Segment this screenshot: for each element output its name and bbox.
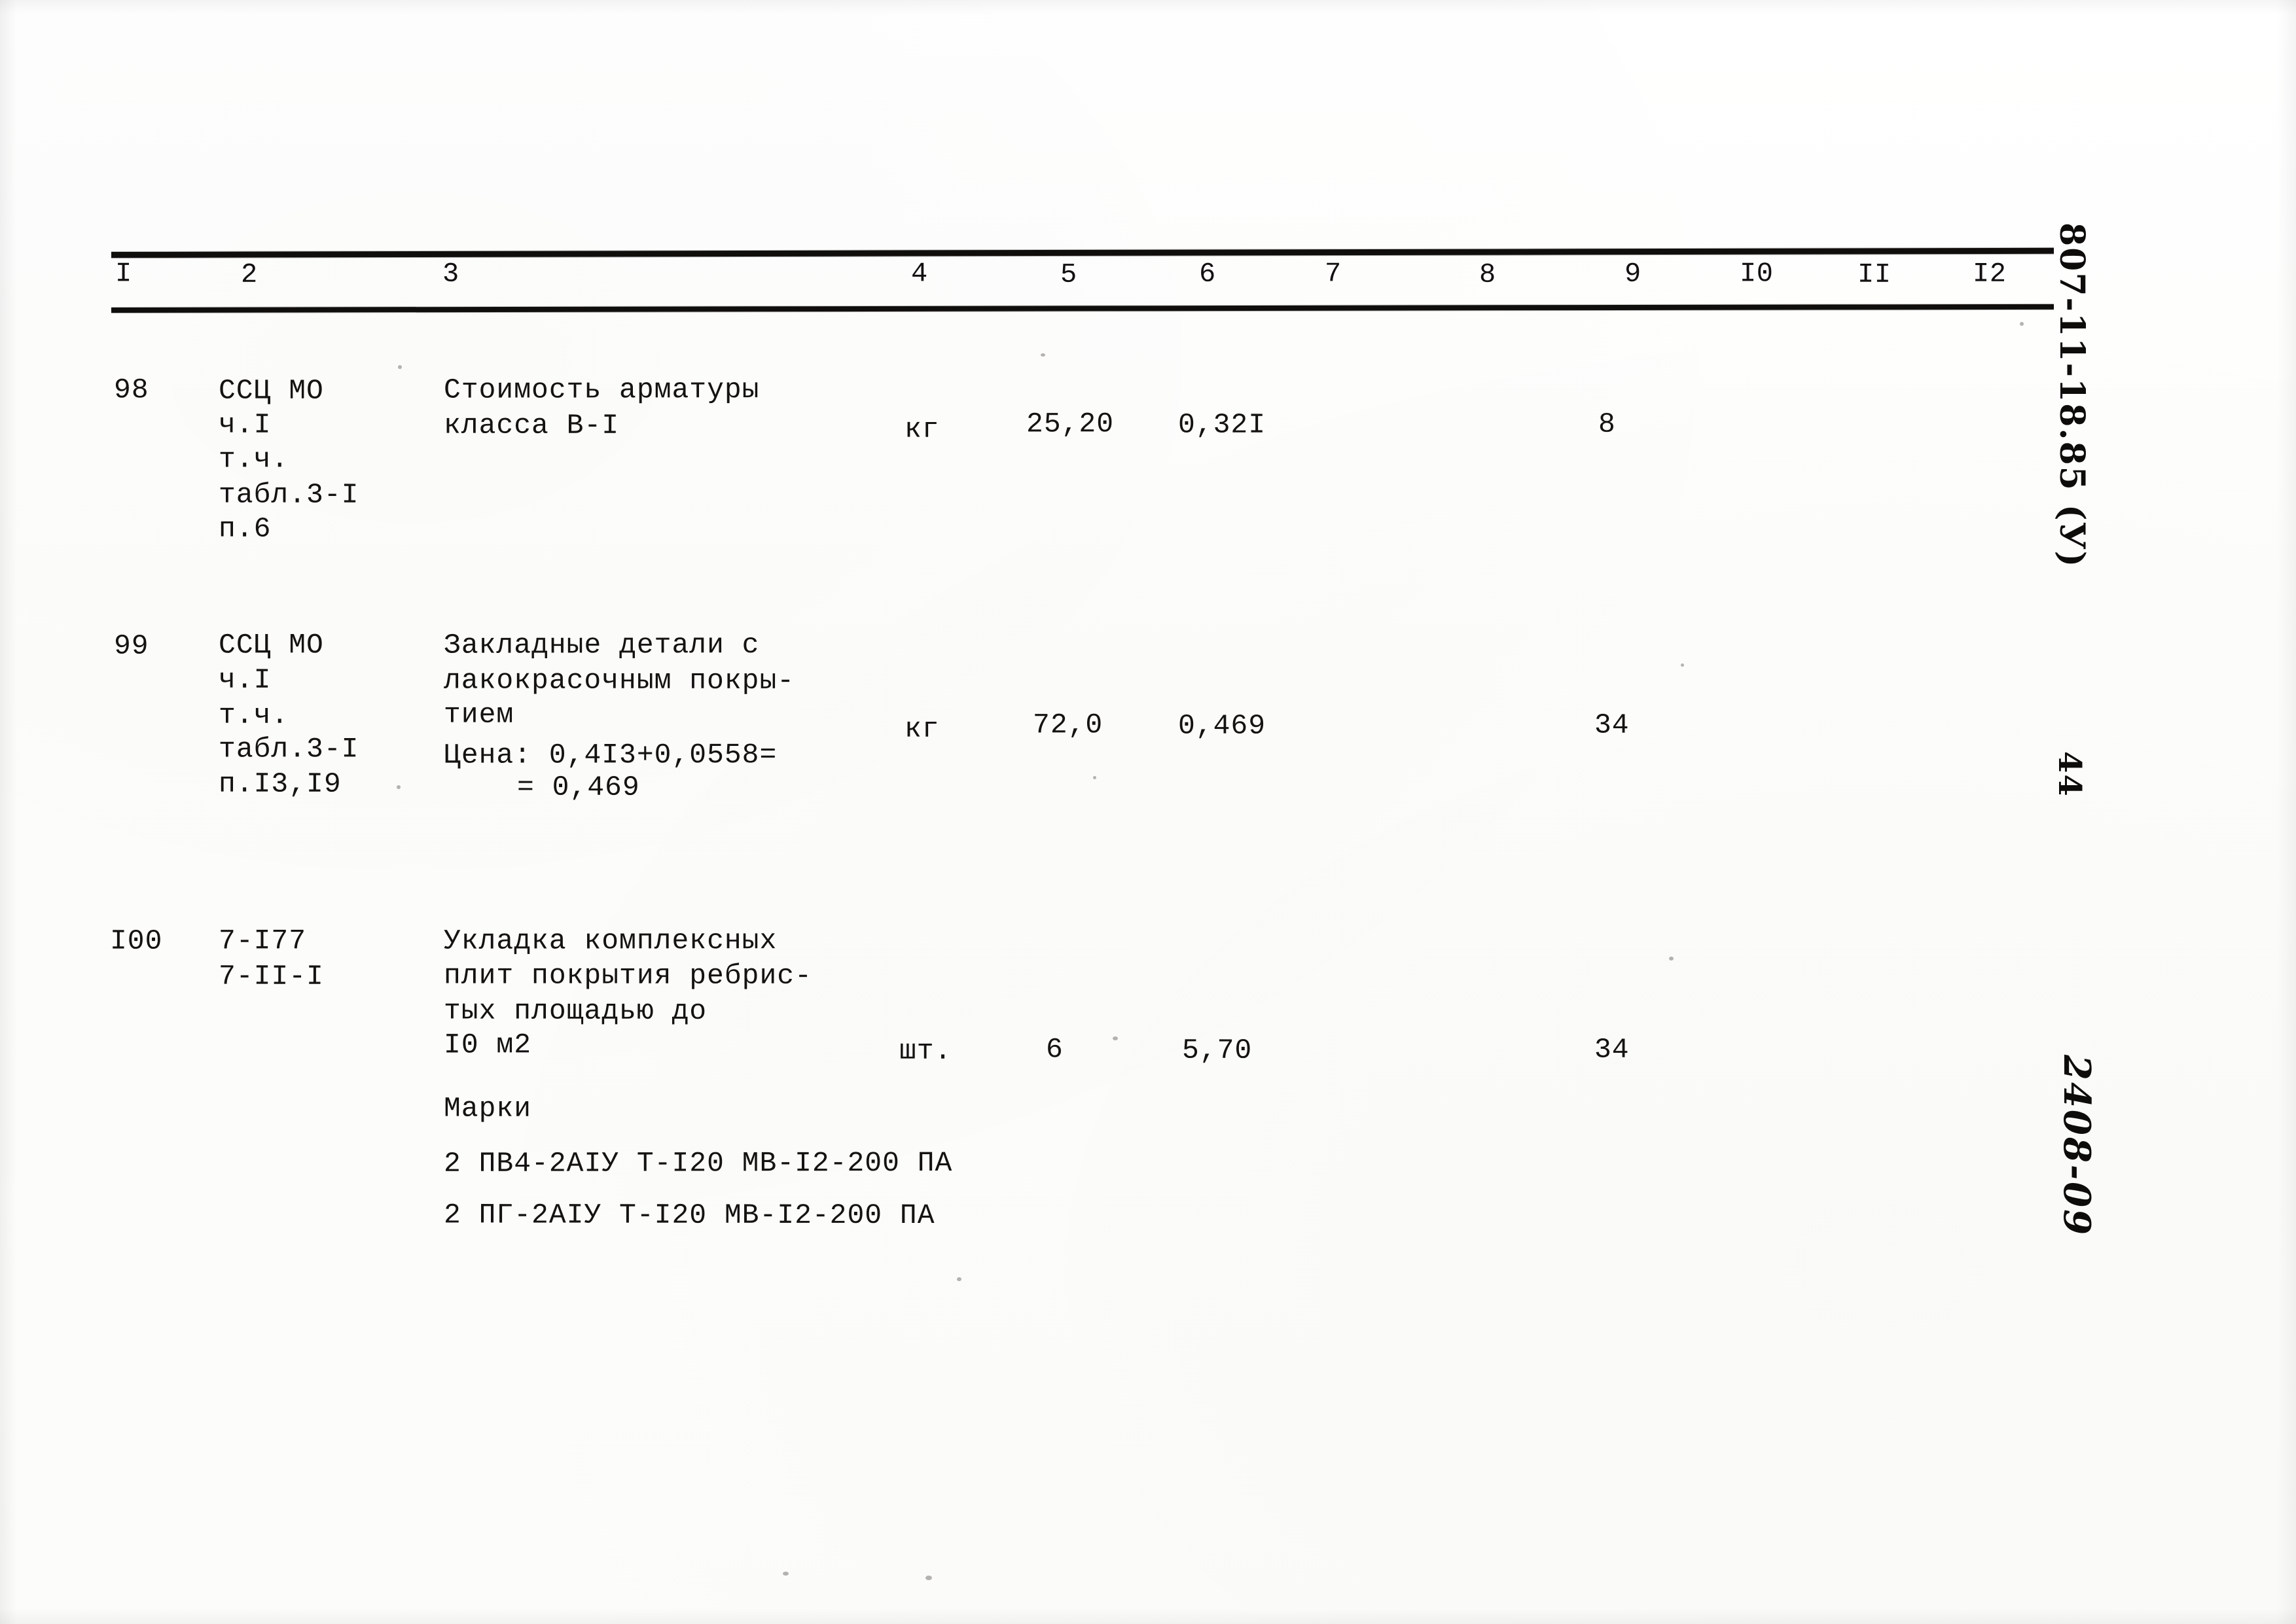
- page-edge-shadow-right: [2276, 0, 2296, 1624]
- total-value: 34: [1594, 1033, 1630, 1066]
- unit-price-value: 5,70: [1181, 1034, 1253, 1067]
- scan-speck: [397, 785, 401, 789]
- quantity-value: 6: [1045, 1033, 1064, 1066]
- table-header-rule-top: [111, 247, 2054, 258]
- column-header-11: II: [1857, 258, 1892, 291]
- document-code-annotation: 807-11-18.85 (У): [2052, 222, 2092, 569]
- work-description-line: лакокрасочным покры-: [443, 664, 795, 697]
- justification-line: п.I3,I9: [218, 768, 342, 800]
- justification-line: ч.I: [218, 663, 272, 696]
- justification-line: ССЦ МО: [218, 629, 324, 662]
- justification-line: табл.3-I: [218, 478, 359, 511]
- work-description-line: Закладные детали с: [443, 629, 760, 662]
- column-header-1: I: [115, 258, 132, 290]
- work-description-line: плит покрытия ребрис-: [443, 959, 812, 992]
- price-calculation-line: Цена: 0,4I3+0,0558=: [443, 739, 778, 771]
- justification-line: 7-II-I: [218, 960, 324, 993]
- mark-line: 2 ПВ4-2АIУ Т-I20 МВ-I2-200 ПА: [443, 1146, 953, 1180]
- column-header-6: 6: [1198, 258, 1216, 290]
- row-number: 98: [113, 374, 149, 406]
- page-edge-shadow-left: [0, 0, 17, 1624]
- total-value: 8: [1598, 408, 1616, 440]
- scanned-document-page: I 2 3 4 5 6 7 8 9 I0 II I2 98 ССЦ МО ч.I…: [0, 0, 2296, 1624]
- scan-speck: [783, 1572, 789, 1576]
- quantity-value: 72,0: [1032, 709, 1103, 741]
- unit-of-measure: кг: [904, 413, 940, 446]
- scan-speck: [1113, 1036, 1118, 1040]
- column-header-3: 3: [442, 258, 459, 290]
- mark-line: 2 ПГ-2АIУ Т-I20 МВ-I2-200 ПА: [443, 1199, 935, 1232]
- work-description-line: Укладка комплексных: [443, 925, 778, 957]
- unit-price-value: 0,469: [1177, 709, 1266, 742]
- scan-speck: [2020, 322, 2024, 326]
- work-description-line: тых площадью до: [443, 995, 708, 1027]
- scan-speck: [1681, 663, 1684, 667]
- unit-of-measure: шт.: [899, 1034, 952, 1067]
- scan-speck: [398, 365, 402, 369]
- work-description-line: Стоимость арматуры: [443, 374, 760, 406]
- justification-line: т.ч.: [218, 443, 289, 476]
- justification-line: табл.3-I: [218, 733, 359, 766]
- row-number: 99: [113, 629, 149, 662]
- unit-of-measure: кг: [904, 713, 940, 745]
- justification-line: ч.I: [218, 408, 272, 441]
- work-description-line: I0 м2: [443, 1029, 532, 1061]
- page-edge-shadow-bottom: [0, 1608, 2296, 1624]
- paper-texture: [0, 0, 2296, 1624]
- page-number-annotation: 44: [2051, 751, 2088, 798]
- price-calculation-result: = 0,469: [516, 771, 640, 803]
- table-header-rule-bottom: [111, 304, 2054, 313]
- scan-speck: [957, 1277, 961, 1281]
- scan-speck: [1093, 776, 1096, 779]
- column-header-12: I2: [1972, 258, 2007, 290]
- unit-price-value: 0,32I: [1177, 408, 1266, 441]
- justification-line: т.ч.: [218, 699, 289, 732]
- work-description-line: тием: [443, 698, 514, 731]
- page-edge-shadow-top: [0, 0, 2296, 14]
- column-header-8: 8: [1479, 258, 1496, 291]
- justification-line: 7-I77: [218, 925, 307, 957]
- column-header-4: 4: [910, 258, 928, 290]
- column-header-7: 7: [1324, 258, 1342, 290]
- column-header-10: I0: [1739, 258, 1774, 290]
- quantity-value: 25,20: [1026, 408, 1115, 440]
- row-number: I00: [109, 925, 163, 957]
- column-header-2: 2: [240, 258, 258, 291]
- justification-line: п.6: [218, 512, 272, 545]
- total-value: 34: [1594, 709, 1630, 741]
- scan-speck: [1041, 353, 1045, 357]
- column-header-5: 5: [1060, 258, 1077, 291]
- marks-label: Марки: [443, 1092, 532, 1125]
- scan-speck: [925, 1576, 932, 1580]
- column-header-9: 9: [1624, 258, 1641, 290]
- scan-speck: [1669, 957, 1674, 961]
- work-description-line: класса В-I: [443, 409, 620, 442]
- justification-line: ССЦ МО: [218, 374, 324, 407]
- archive-code-annotation: 2408-09: [2055, 1055, 2098, 1237]
